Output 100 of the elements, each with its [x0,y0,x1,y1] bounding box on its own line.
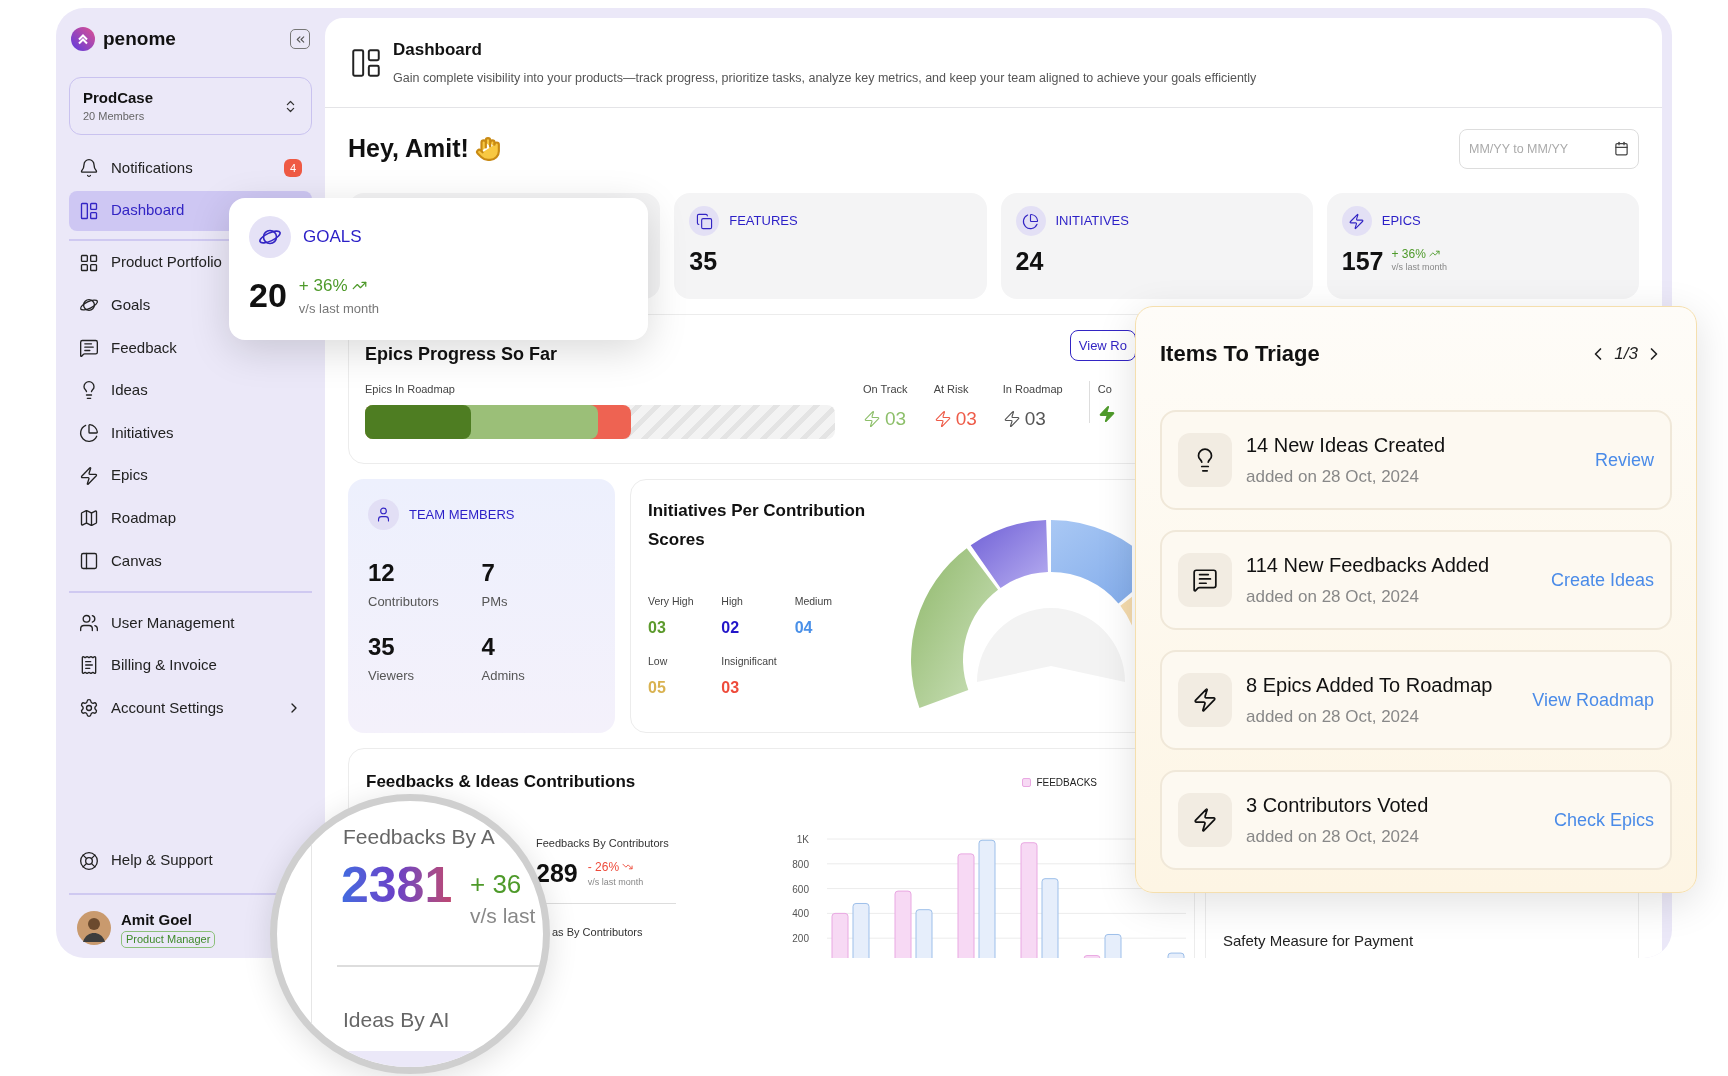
member-role: PMs [481,593,509,611]
member-role: Admins [481,666,526,685]
score-value: 02 [721,617,741,638]
member-role: Viewers [368,666,415,685]
lifebuoy-icon [79,850,99,871]
axis-tick-label: 600 [792,883,809,895]
greeting: Hey, Amit! [348,133,469,165]
stat-value: 35 [689,246,718,276]
nav-item[interactable]: Goals [69,285,161,326]
chart-bar [894,890,912,958]
collapse-button[interactable] [290,29,310,49]
lightning-icon [1348,212,1366,230]
card-title: Initiatives Per Contribution Scores [648,500,867,551]
page-indicator: 1/3 [1614,342,1638,365]
workspace-switcher[interactable]: ProdCase 20 Members [69,77,312,135]
stat-value: 157 [1341,246,1384,276]
message-icon [79,337,99,358]
settings-icon [79,697,99,718]
status-value: 03 [1024,406,1046,431]
status-value: 03 [955,406,977,431]
card-title: Feedbacks & Ideas Contributions [366,771,636,794]
date-range-field[interactable]: MM/YY to MM/YY [1459,129,1639,169]
member-role: Contributors [368,593,440,611]
legend-swatch [1022,777,1032,787]
lightning-icon [1192,687,1218,713]
chart-bar [852,903,870,958]
status-label: On Track [863,382,908,397]
pie-chart-icon [1022,212,1039,230]
stat-value: 20 [249,275,287,316]
legend-label: FEEDBACKS [1036,775,1097,790]
axis-tick-label: 1K [796,834,809,845]
nav-item[interactable]: Canvas [69,540,172,581]
score-value: 05 [648,677,667,698]
logo-icon [71,27,95,51]
score-label: Insignificant [721,653,778,669]
grid-icon [79,252,99,273]
member-count: 7 [481,558,496,588]
axis-tick-label: 400 [792,908,809,920]
score-label: Very High [648,594,695,609]
user-name: Amit Goel [121,909,192,930]
stat-label: EPICS [1381,212,1421,231]
axis-tick-label: 800 [792,858,809,870]
nav-item[interactable]: Epics [69,455,158,496]
stat-value: 24 [1015,246,1044,276]
role-tag: Product Manager [121,931,216,948]
change-value: + 36% [298,273,380,299]
metric-label: as By Contributors [552,925,644,940]
bar-label: Epics In Roadmap [365,382,456,397]
chart-bar [1167,952,1185,958]
nav-item[interactable]: Roadmap [69,498,187,539]
change-note: v/s last month [1391,260,1447,274]
panel-title: Items To Triage [1160,340,1320,368]
score-value: 03 [721,677,741,698]
status-label: At Risk [933,382,970,397]
panel-icon [79,550,99,571]
receipt-icon [79,655,99,676]
waving-hand-icon [474,136,501,162]
item-date: added on 28 Oct, 2024 [1246,466,1420,489]
stacked-squares-icon [695,212,713,230]
change-value: - 26% [587,857,644,876]
stat-label: INITIATIVES [1055,212,1129,231]
dashboard-icon [79,200,99,221]
trend-up-icon [1428,248,1440,259]
avatar [77,911,111,946]
change-value: + 36% [1391,246,1447,261]
change-note: v/s last month [587,875,644,889]
score-value: 04 [794,617,814,638]
change-value: + 36 [470,868,522,901]
chart-bar [1083,955,1101,958]
nav-item[interactable]: Initiatives [69,412,184,453]
bell-icon [79,158,99,178]
workspace-members: 20 Members [83,108,146,124]
nav-item[interactable]: User Management [69,602,245,643]
nav-item[interactable]: Billing & Invoice [69,645,227,686]
brand-name: penome [103,26,177,51]
card-title: TEAM MEMBERS [409,505,515,524]
item-title: 3 Contributors Voted [1246,793,1430,819]
nav-item[interactable]: Account Settings [69,687,312,728]
count-badge: 4 [284,159,302,177]
list-item-title: Safety Measure for Payment [1223,932,1414,949]
score-label: High [721,594,744,609]
page-title: Dashboard [393,39,483,62]
item-title: 8 Epics Added To Roadmap [1246,673,1494,699]
chart-bar [1104,934,1122,958]
nav-item[interactable]: Ideas [69,370,158,411]
item-title: 114 New Feedbacks Added [1246,553,1491,579]
lightning-icon [79,465,99,486]
help-link[interactable]: Help & Support [69,840,223,881]
nav-item[interactable]: Product Portfolio [69,242,232,283]
status-value: 03 [885,406,907,431]
user-icon [375,506,392,523]
stat-label: FEATURES [729,212,798,231]
card-title: Epics Progress So Far [365,343,558,366]
metric-label: Feedbacks By Contributors [536,836,670,851]
item-date: added on 28 Oct, 2024 [1246,586,1420,609]
nav-item[interactable]: Notifications 4 [69,148,312,188]
score-label: Low [648,653,669,669]
trend-down-icon [622,861,634,872]
nav-item[interactable]: Feedback [69,327,187,368]
metric-value: 289 [536,857,578,888]
